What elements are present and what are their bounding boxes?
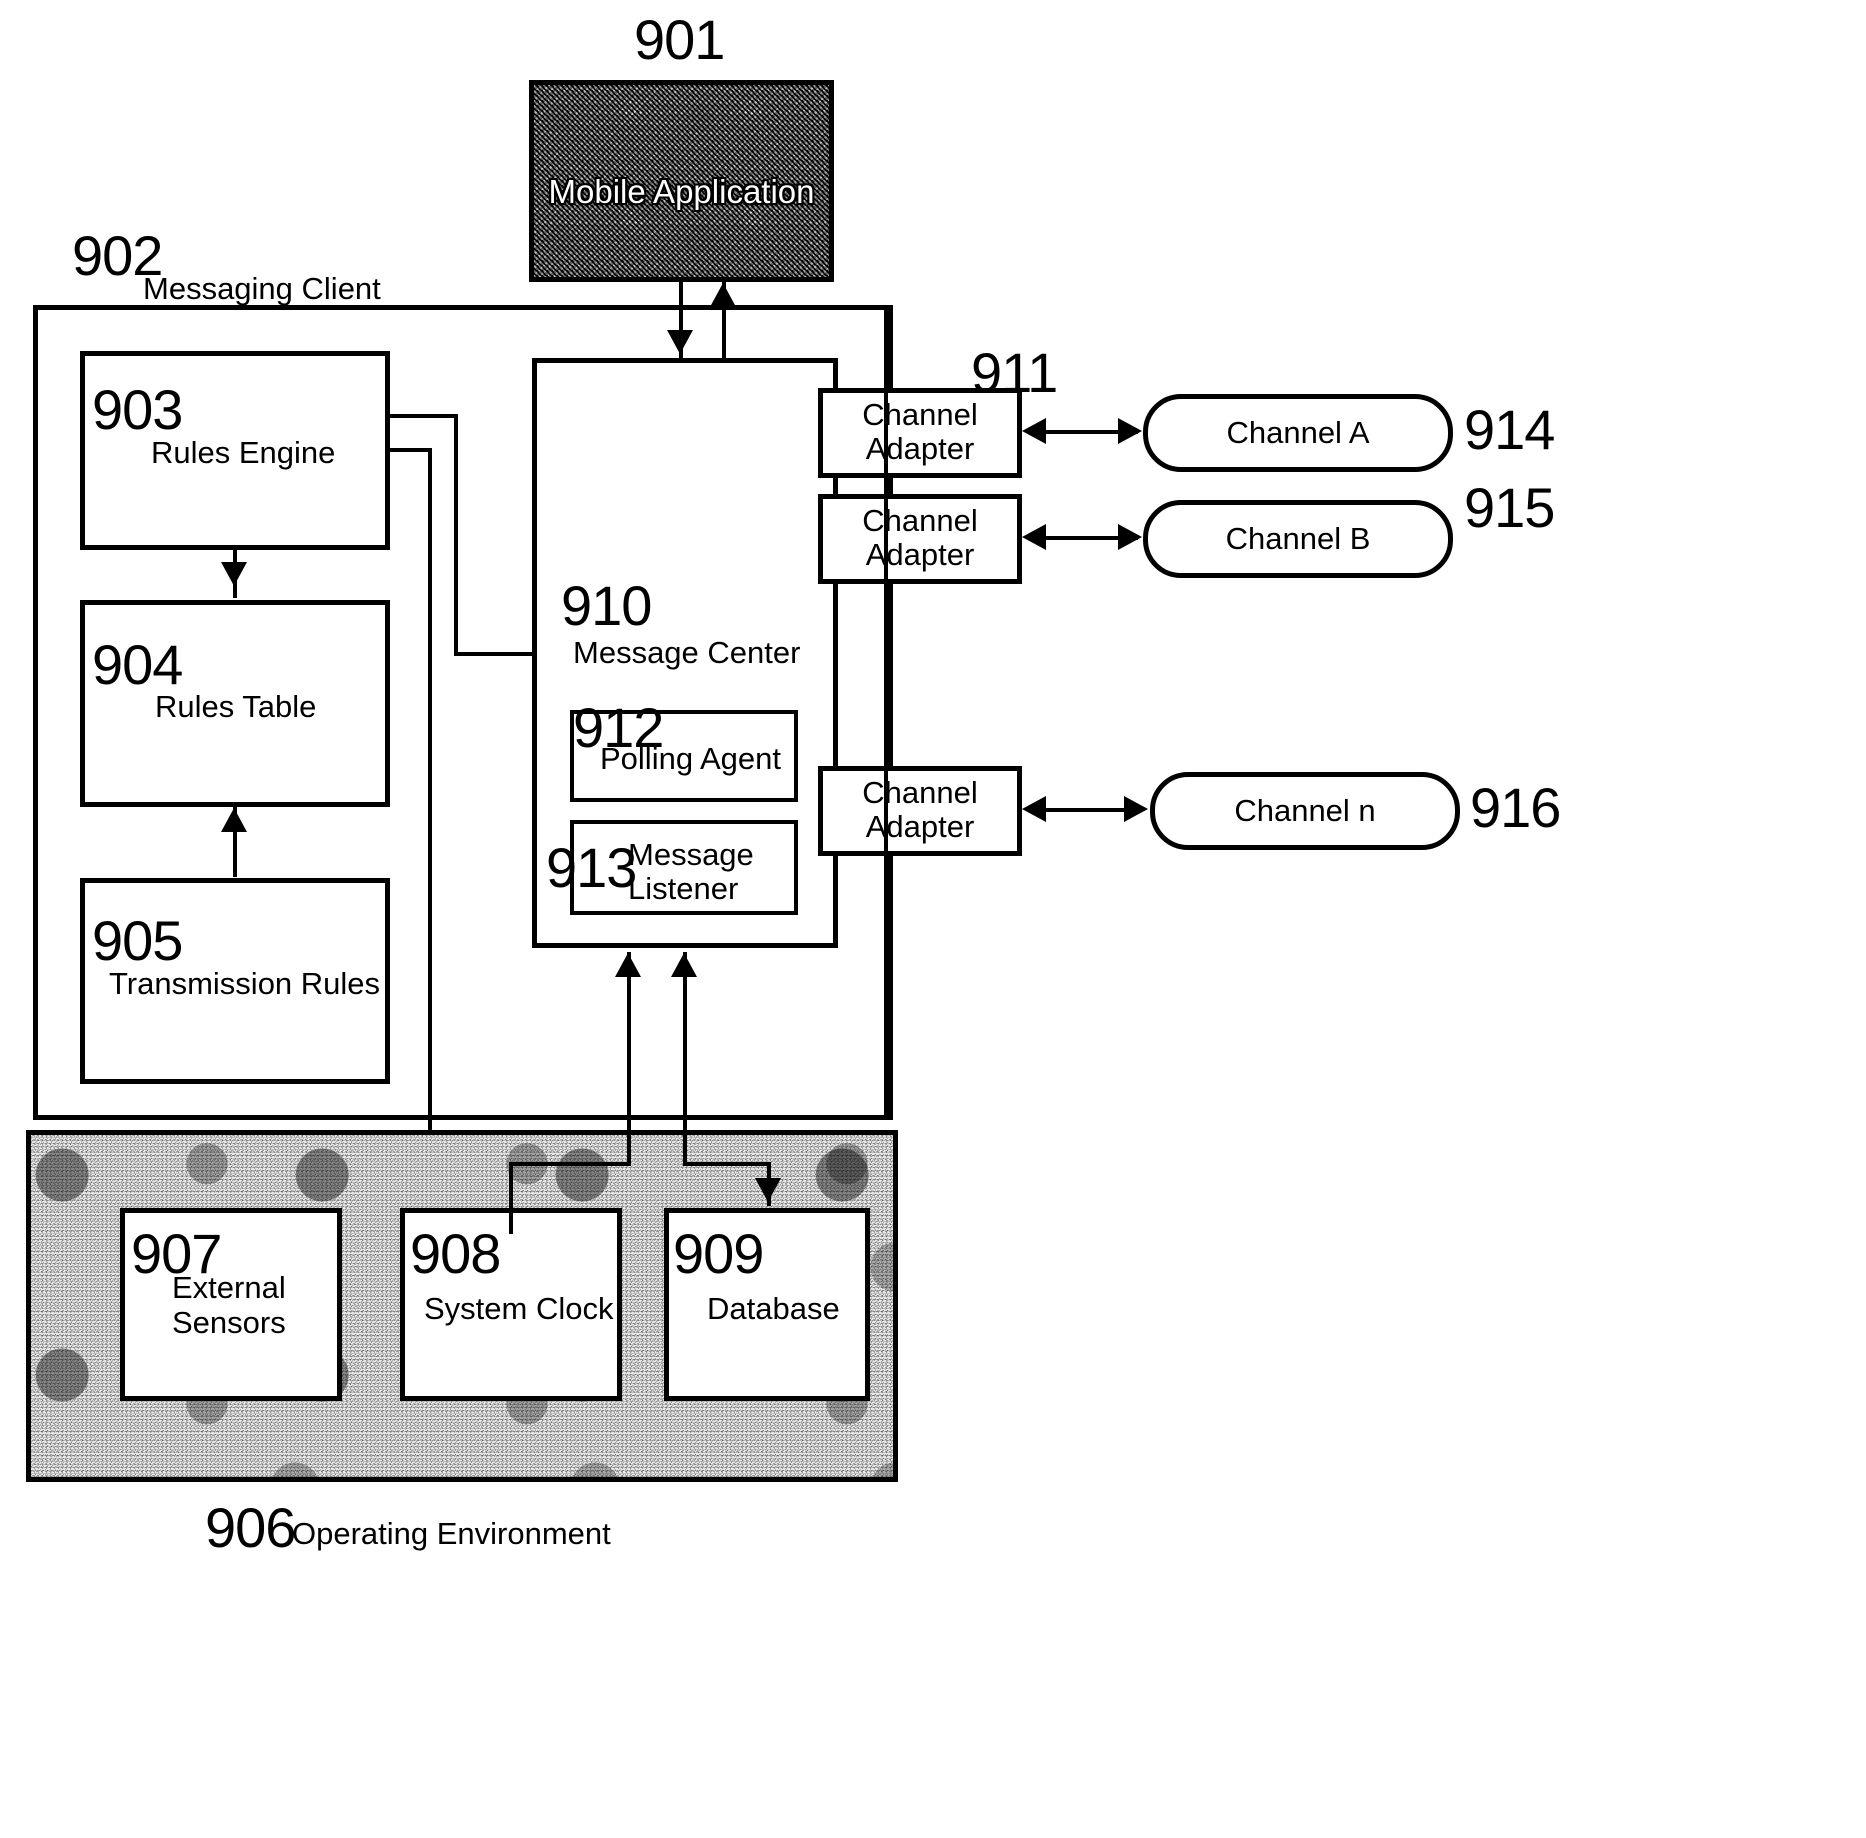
channel-adapter-1-label-line1: Channel (862, 397, 978, 432)
arrow-database-to-message-center-head (671, 953, 697, 977)
external-sensors-label-line2: Sensors (172, 1305, 286, 1340)
channel-adapter-2-label-line2: Adapter (865, 537, 975, 572)
mobile-application-label: Mobile Application (548, 173, 815, 210)
ref-904: 904 (92, 633, 183, 696)
arrow-rules-engine-to-rules-table-head (221, 562, 247, 586)
route-rules-engine-h1 (390, 414, 458, 418)
route-system-clock-h (509, 1162, 631, 1166)
mobile-application-box: Mobile Application (529, 80, 834, 282)
ref-909: 909 (673, 1222, 764, 1285)
rules-engine-label: Rules Engine (151, 435, 336, 470)
messaging-client-label: Messaging Client (143, 271, 381, 306)
channel-adapter-3-label-line1: Channel (862, 775, 978, 810)
system-clock-label: System Clock (424, 1291, 614, 1326)
channel-b-label: Channel B (1225, 520, 1371, 556)
link-message-center-to-mobile-head (710, 283, 736, 307)
ref-908: 908 (410, 1222, 501, 1285)
channel-n-label: Channel n (1234, 792, 1376, 828)
message-center-label: Message Center (573, 635, 801, 670)
ref-913: 913 (546, 836, 637, 899)
channel-a-pill: Channel A (1143, 394, 1453, 472)
ref-906: 906 (205, 1496, 296, 1559)
ref-914: 914 (1464, 398, 1555, 461)
route-rules-engine-h3 (390, 448, 432, 452)
database-label: Database (707, 1291, 840, 1326)
channel-a-label: Channel A (1226, 414, 1370, 450)
external-sensors-label-line1: External (172, 1270, 286, 1305)
channel-adapter-2-label-line1: Channel (862, 503, 978, 538)
channel-a-link-head-left (1022, 418, 1046, 444)
channel-n-pill: Channel n (1150, 772, 1460, 850)
transmission-rules-label: Transmission Rules (109, 966, 381, 1001)
arrow-message-center-to-database-head (755, 1178, 781, 1202)
channel-n-link-head-left (1022, 796, 1046, 822)
route-rules-engine-h2 (454, 652, 536, 656)
arrow-database-to-message-center-line (683, 952, 687, 1166)
ref-915: 915 (1464, 476, 1555, 539)
channel-n-link-head-right (1124, 796, 1148, 822)
arrow-transmission-rules-to-rules-table-head (221, 808, 247, 832)
route-system-clock-v (509, 1162, 513, 1234)
arrow-system-clock-to-message-center-head (615, 953, 641, 977)
message-listener-label-line1: Message (628, 837, 754, 872)
ref-901: 901 (634, 8, 725, 71)
message-listener-label-line2: Listener (628, 871, 739, 906)
ref-916: 916 (1470, 776, 1561, 839)
link-mobile-to-message-center-head (667, 330, 693, 354)
operating-environment-label: Operating Environment (292, 1516, 611, 1551)
route-database-h (683, 1162, 771, 1166)
route-rules-engine-v1 (454, 414, 458, 656)
arrow-system-clock-to-message-center-line (627, 952, 631, 1166)
channel-adapter-3-label-line2: Adapter (865, 809, 975, 844)
channel-b-link-head-right (1118, 524, 1142, 550)
rules-table-label: Rules Table (155, 689, 317, 724)
ref-910: 910 (561, 574, 652, 637)
channel-adapter-1-label-line2: Adapter (865, 431, 975, 466)
channel-b-pill: Channel B (1143, 500, 1453, 578)
polling-agent-label: Polling Agent (600, 741, 781, 776)
ref-905: 905 (92, 909, 183, 972)
channel-a-link-head-right (1118, 418, 1142, 444)
adapter-bus-line (884, 305, 888, 1120)
patent-figure: 901 Mobile Application 902 Messaging Cli… (0, 0, 1866, 1838)
route-rules-engine-v2 (428, 448, 432, 1166)
ref-903: 903 (92, 378, 183, 441)
channel-b-link-head-left (1022, 524, 1046, 550)
